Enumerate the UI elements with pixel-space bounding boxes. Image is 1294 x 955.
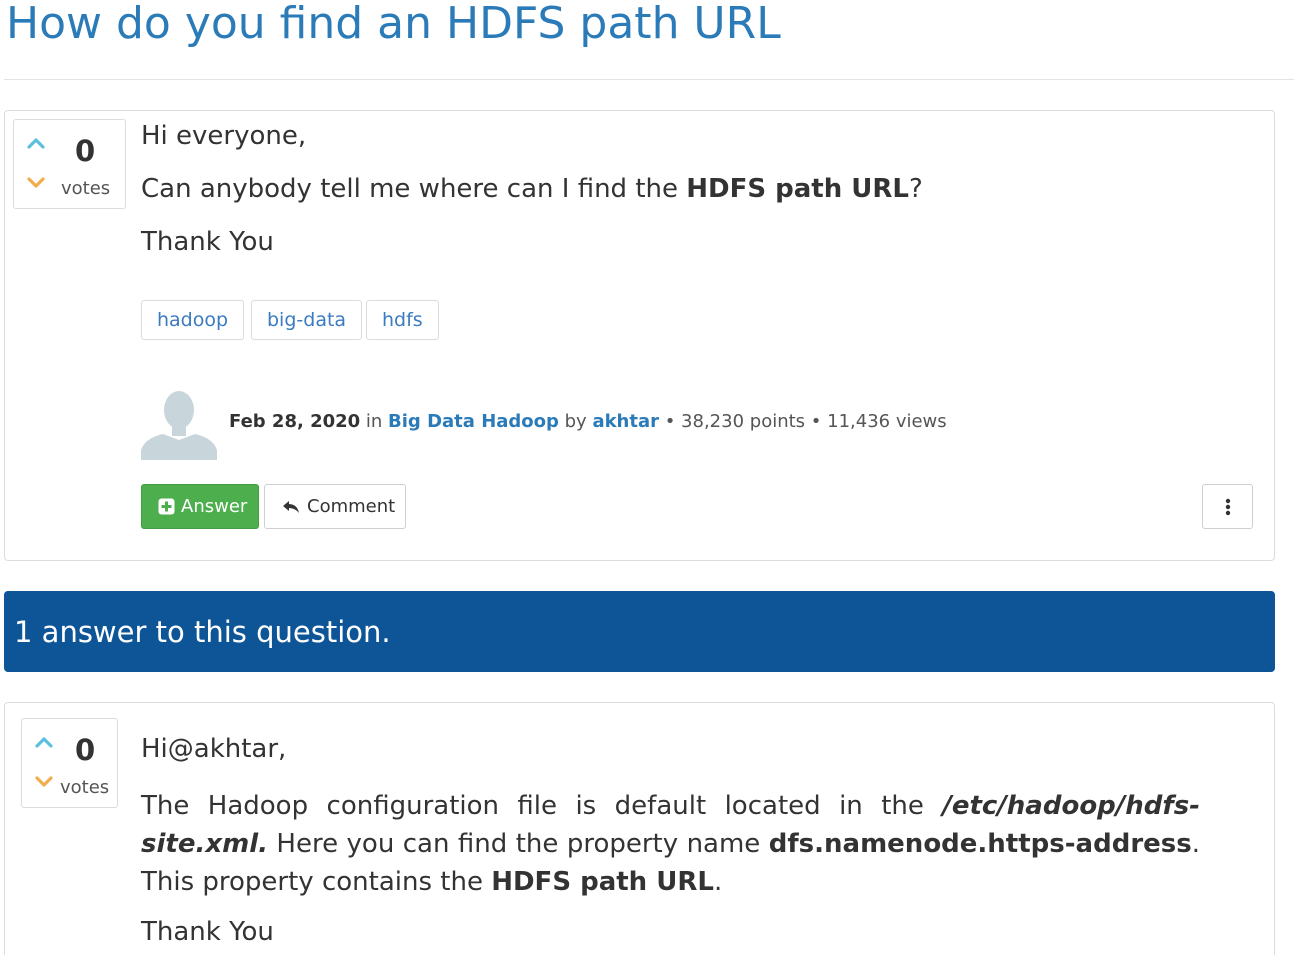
vote-count: 0 bbox=[75, 134, 96, 168]
votes-label: votes bbox=[61, 178, 111, 199]
avatar[interactable] bbox=[141, 388, 217, 460]
question-meta: Feb 28, 2020 in Big Data Hadoop by akhta… bbox=[229, 411, 947, 432]
answer-greeting: Hi@akhtar, bbox=[141, 734, 287, 764]
vote-up-icon[interactable] bbox=[35, 736, 53, 748]
title-divider bbox=[4, 79, 1294, 80]
property-name: dfs.namenode.https-address bbox=[768, 829, 1192, 859]
comment-button[interactable]: Comment bbox=[264, 484, 406, 529]
question-body: Can anybody tell me where can I find the… bbox=[141, 174, 923, 204]
category-link[interactable]: Big Data Hadoop bbox=[388, 411, 559, 432]
answer-body: The Hadoop configuration file is default… bbox=[141, 791, 1200, 897]
answer-vote-box: 0 votes bbox=[21, 718, 118, 808]
author-points: • 38,230 points bbox=[659, 411, 806, 432]
question-closing: Thank You bbox=[141, 227, 274, 257]
answers-count-text: 1 answer to this question. bbox=[14, 615, 391, 649]
vertical-ellipsis-icon bbox=[1225, 498, 1230, 515]
answer-bold-term: HDFS path URL bbox=[491, 867, 714, 897]
answer-closing: Thank You bbox=[141, 917, 274, 947]
answer-button-label: Answer bbox=[181, 496, 248, 517]
plus-square-icon bbox=[158, 498, 175, 515]
vote-count: 0 bbox=[75, 733, 96, 767]
vote-up-icon[interactable] bbox=[27, 137, 45, 149]
answer-card: 0 votes Hi@akhtar, The Hadoop configurat… bbox=[4, 702, 1275, 955]
question-greeting: Hi everyone, bbox=[141, 121, 307, 151]
tag-big-data[interactable]: big-data bbox=[251, 300, 363, 340]
post-date: Feb 28, 2020 bbox=[229, 411, 361, 432]
tag-hadoop[interactable]: hadoop bbox=[141, 300, 245, 340]
more-options-button[interactable] bbox=[1202, 484, 1253, 529]
answers-count-header: 1 answer to this question. bbox=[4, 591, 1275, 672]
votes-label: votes bbox=[60, 777, 110, 798]
question-bold-term: HDFS path URL bbox=[686, 174, 909, 204]
view-count: • 11,436 views bbox=[805, 411, 947, 432]
question-vote-box: 0 votes bbox=[13, 119, 126, 209]
comment-button-label: Comment bbox=[307, 496, 396, 517]
tag-hdfs[interactable]: hdfs bbox=[366, 300, 439, 340]
vote-down-icon[interactable] bbox=[35, 776, 53, 788]
answer-button[interactable]: Answer bbox=[141, 484, 259, 529]
vote-down-icon[interactable] bbox=[27, 177, 45, 189]
reply-icon bbox=[283, 500, 299, 513]
question-card: 0 votes Hi everyone, Can anybody tell me… bbox=[4, 110, 1275, 561]
author-link[interactable]: akhtar bbox=[592, 411, 659, 432]
page-title: How do you find an HDFS path URL bbox=[6, 0, 781, 49]
